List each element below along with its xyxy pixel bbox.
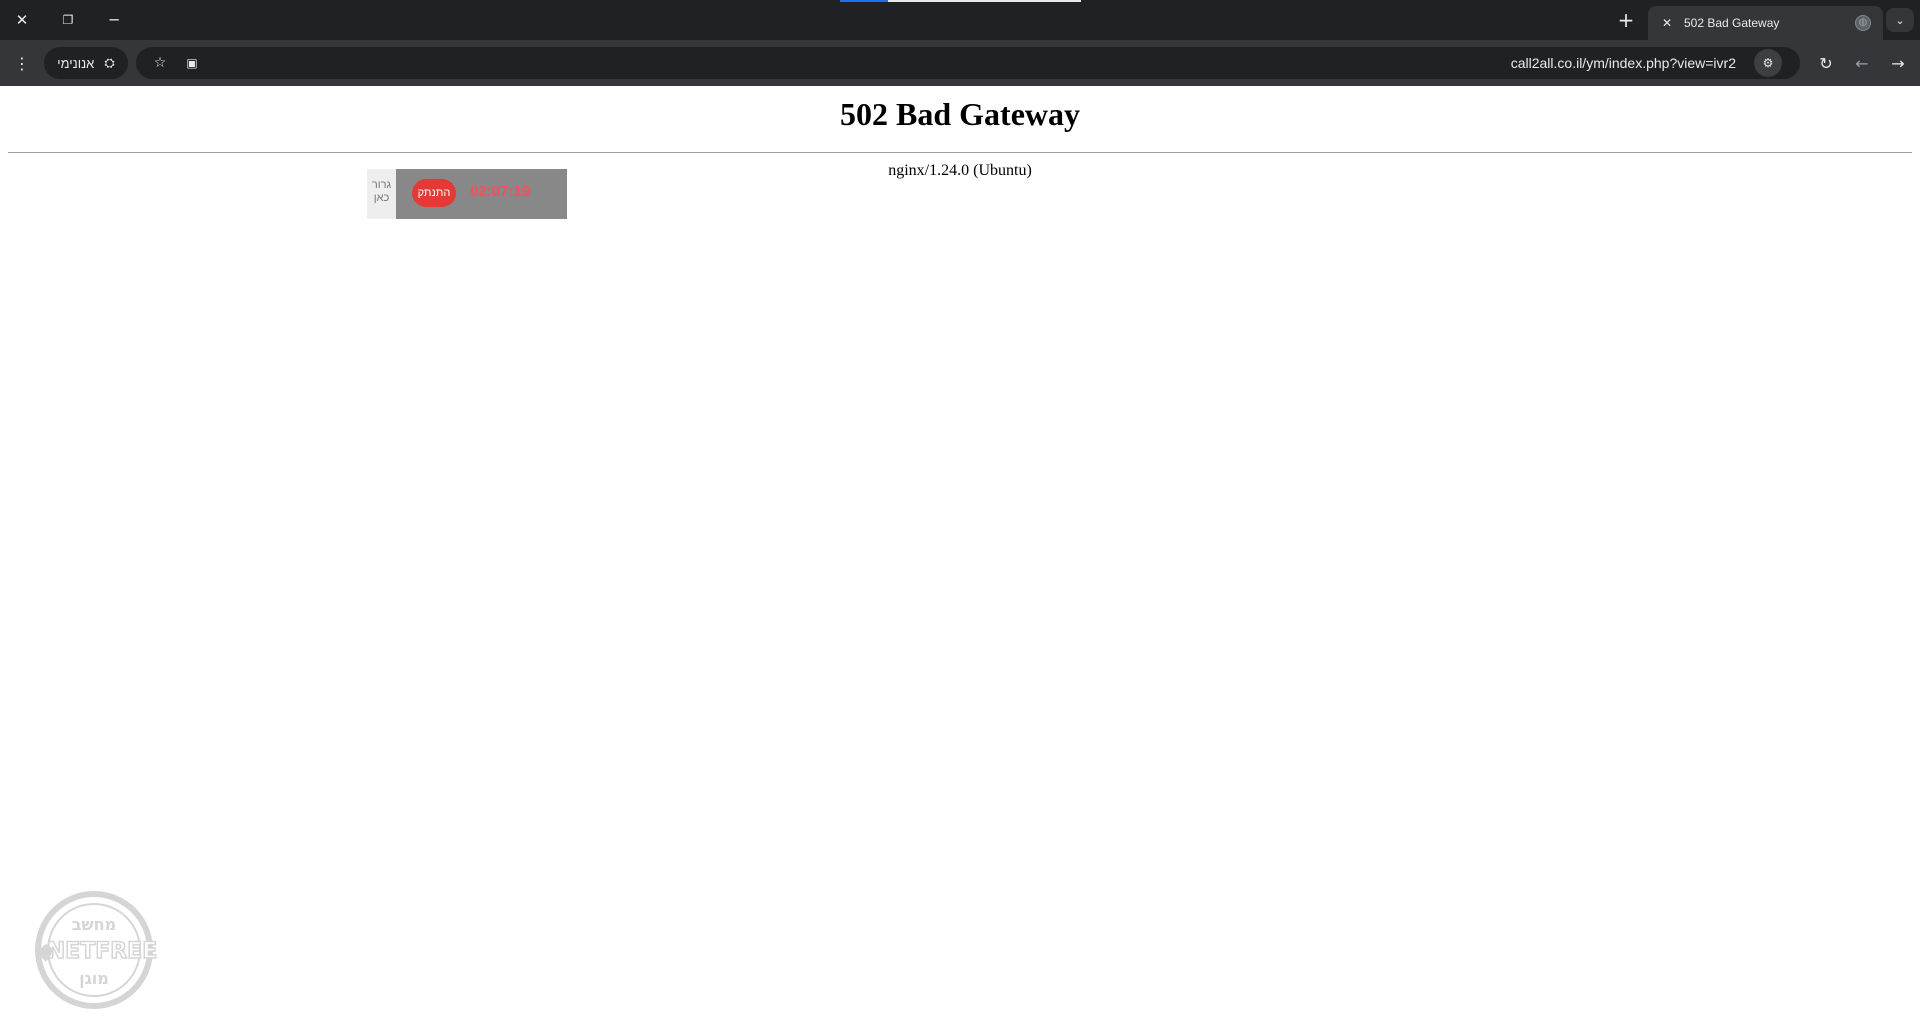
tab-close-button[interactable]: ✕ (1658, 14, 1676, 32)
address-bar[interactable]: ☆ ▣ call2all.co.il/ym/index.php?view=ivr… (136, 47, 1800, 79)
arrow-right-icon: → (1891, 53, 1905, 73)
arrow-left-icon: ← (1855, 53, 1869, 73)
star-icon: ☆ (153, 55, 167, 71)
chevron-down-icon: ⌄ (1895, 13, 1905, 27)
window-restore-button[interactable]: ❐ (46, 0, 90, 40)
divider (8, 152, 1912, 153)
restore-icon: ❐ (62, 13, 74, 27)
widget-panel: התנתק 02:07:19 (396, 169, 567, 219)
drag-handle[interactable]: גרור כאן (367, 169, 396, 219)
back-button[interactable]: ← (1848, 49, 1876, 77)
call-widget: גרור כאן התנתק 02:07:19 (367, 169, 567, 219)
page-title: 502 Bad Gateway (840, 96, 1080, 132)
translate-icon: ▣ (186, 56, 198, 70)
translate-button[interactable]: ▣ (178, 49, 206, 77)
watermark-brand: NETFREE (47, 939, 157, 964)
server-info: nginx/1.24.0 (Ubuntu) (888, 162, 1032, 179)
close-icon: ✕ (1661, 16, 1673, 30)
window-minimize-button[interactable]: ─ (92, 0, 136, 40)
incognito-indicator[interactable]: אנונימי ⛭ (44, 47, 128, 79)
watermark-top-text: מחשב (72, 915, 116, 934)
tab-502-bad-gateway[interactable]: ◍ 502 Bad Gateway ✕ (1648, 6, 1883, 40)
incognito-icon: ⛭ (104, 55, 115, 71)
more-vertical-icon: ⋮ (14, 53, 30, 73)
tab-title: 502 Bad Gateway (1684, 16, 1780, 30)
window-close-button[interactable]: ✕ (0, 0, 44, 40)
minimize-icon: ─ (109, 11, 119, 29)
incognito-label: אנונימי (57, 55, 95, 71)
globe-icon: ◍ (1855, 15, 1871, 31)
reload-icon: ↻ (1819, 53, 1833, 73)
loading-progress-bar (840, 0, 1081, 2)
tune-icon: ⚙ (1762, 56, 1774, 70)
page-content: 502 Bad Gateway nginx/1.24.0 (Ubuntu) גר… (0, 86, 1920, 1036)
forward-button[interactable]: → (1884, 49, 1912, 77)
disconnect-button[interactable]: התנתק (412, 179, 456, 207)
bookmark-star-button[interactable]: ☆ (146, 49, 174, 77)
tab-search-button[interactable]: ⌄ (1886, 8, 1914, 32)
menu-button[interactable]: ⋮ (8, 49, 36, 77)
watermark-bottom-text: מוגן (79, 969, 109, 988)
call-timer: 02:07:19 (470, 183, 531, 200)
new-tab-button[interactable]: + (1612, 6, 1640, 34)
reload-button[interactable]: ↻ (1812, 49, 1840, 77)
loading-progress-fill (840, 0, 889, 2)
close-icon: ✕ (15, 11, 29, 29)
url-text[interactable]: call2all.co.il/ym/index.php?view=ivr2 (1511, 47, 1736, 79)
browser-toolbar: ⋮ אנונימי ⛭ ☆ ▣ call2all.co.il/ym/index.… (0, 40, 1920, 86)
netfree-watermark: מחשב NETFREE מוגן (35, 891, 158, 1009)
site-info-button[interactable]: ⚙ (1754, 49, 1782, 77)
plus-icon: + (1617, 8, 1635, 32)
title-bar: ✕ ❐ ─ + ◍ 502 Bad Gateway ✕ ⌄ (0, 0, 1920, 40)
